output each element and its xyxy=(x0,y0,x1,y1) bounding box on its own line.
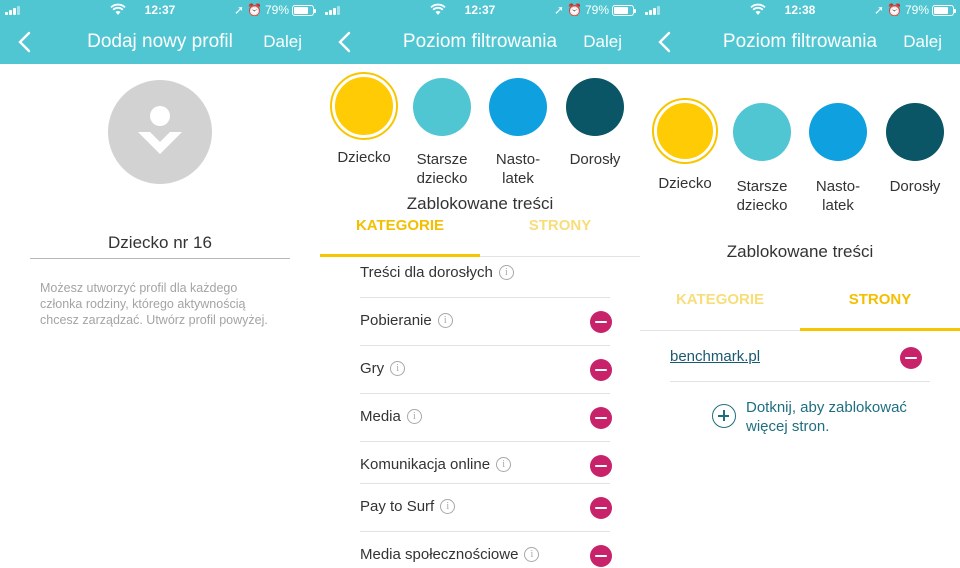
tab-categories[interactable]: KATEGORIE xyxy=(640,291,800,308)
category-name: Komunikacja online xyxy=(360,456,491,473)
next-button[interactable]: Dalej xyxy=(903,32,942,52)
level-teen[interactable]: Nasto-latek xyxy=(478,78,558,188)
level-circle xyxy=(733,103,791,161)
nav-bar: Dodaj nowy profil Dalej xyxy=(0,20,320,64)
location-icon: ➚ xyxy=(873,3,885,17)
battery-icon xyxy=(612,4,636,16)
category-row[interactable]: Media i xyxy=(360,394,612,442)
remove-icon[interactable] xyxy=(590,497,612,519)
divider xyxy=(30,258,290,259)
level-label: Starsze dziecko xyxy=(736,178,788,214)
nav-bar: Poziom filtrowania Dalej xyxy=(320,20,640,64)
screen-filter-sites: 12:38 ➚ ⏰ 79% Poziom filtrowania Dalej D… xyxy=(640,0,960,568)
level-older-child[interactable]: Starsze dziecko xyxy=(402,78,482,188)
add-site-label: Dotknij, aby zablokować więcej stron. xyxy=(746,399,907,435)
remove-icon[interactable] xyxy=(900,347,922,369)
level-label: Nasto-latek xyxy=(815,178,861,214)
alarm-icon: ⏰ xyxy=(247,3,262,17)
level-older-child[interactable]: Starsze dziecko xyxy=(722,103,802,215)
status-bar: 12:37 ➚ ⏰ 79% xyxy=(0,0,320,20)
info-icon[interactable]: i xyxy=(524,547,540,562)
category-name: Pay to Surf xyxy=(360,498,435,515)
category-name: Treści dla dorosłych xyxy=(360,264,493,281)
remove-icon[interactable] xyxy=(590,455,612,477)
avatar[interactable] xyxy=(108,80,212,184)
level-label: Dziecko xyxy=(658,175,712,192)
tab-sites[interactable]: STRONY xyxy=(480,217,640,234)
level-circle xyxy=(489,78,547,136)
level-adult[interactable]: Dorosły xyxy=(875,103,955,196)
level-label: Nasto-latek xyxy=(495,151,541,187)
hint-text: Możesz utworzyć profil dla każdego człon… xyxy=(40,281,268,327)
blocked-content-title: Zablokowane treści xyxy=(406,194,554,213)
category-row[interactable]: Pobieranie i xyxy=(360,298,612,346)
screen-filter-categories: 12:37 ➚ ⏰ 79% Poziom filtrowania Dalej D… xyxy=(320,0,640,568)
category-row[interactable]: Treści dla dorosłych i xyxy=(360,250,610,298)
level-label: Dziecko xyxy=(337,149,391,166)
level-label: Dorosły xyxy=(889,178,941,195)
category-name: Pobieranie xyxy=(360,312,432,329)
remove-icon[interactable] xyxy=(590,407,612,429)
level-teen[interactable]: Nasto-latek xyxy=(798,103,878,215)
tab-indicator xyxy=(800,328,960,331)
nav-bar: Poziom filtrowania Dalej xyxy=(640,20,960,64)
status-bar: 12:38 ➚ ⏰ 79% xyxy=(640,0,960,20)
category-row[interactable]: Gry i xyxy=(360,346,612,394)
location-icon: ➚ xyxy=(553,3,565,17)
remove-icon[interactable] xyxy=(590,545,612,567)
info-icon[interactable]: i xyxy=(496,457,512,472)
info-icon[interactable]: i xyxy=(440,499,456,514)
level-child[interactable]: Dziecko xyxy=(324,72,404,167)
level-circle xyxy=(566,78,624,136)
category-name: Media xyxy=(360,408,401,425)
level-child[interactable]: Dziecko xyxy=(645,98,725,193)
battery-percent: 79% xyxy=(264,3,289,17)
screen-add-profile: 12:37 ➚ ⏰ 79% Dodaj nowy profil Dalej Dz… xyxy=(0,0,320,568)
next-button[interactable]: Dalej xyxy=(583,32,622,52)
info-icon[interactable]: i xyxy=(437,313,453,328)
battery-icon xyxy=(932,4,956,16)
level-circle xyxy=(809,103,867,161)
info-icon[interactable]: i xyxy=(406,409,422,424)
tab-sites[interactable]: STRONY xyxy=(800,291,960,308)
category-name: Gry xyxy=(360,360,385,377)
next-button[interactable]: Dalej xyxy=(263,32,302,52)
info-icon[interactable]: i xyxy=(390,361,406,376)
add-site-button[interactable]: Dotknij, aby zablokować więcej stron. xyxy=(712,398,942,436)
category-name: Media społecznościowe xyxy=(360,546,519,563)
level-adult[interactable]: Dorosły xyxy=(555,78,635,169)
info-icon[interactable]: i xyxy=(498,265,514,280)
person-heart-icon xyxy=(138,106,182,154)
location-icon: ➚ xyxy=(233,3,245,17)
add-circle-icon xyxy=(712,404,736,428)
alarm-icon: ⏰ xyxy=(567,3,582,17)
alarm-icon: ⏰ xyxy=(887,3,902,17)
battery-percent: 79% xyxy=(904,3,929,17)
battery-icon xyxy=(292,4,316,16)
level-label: Dorosły xyxy=(569,151,621,168)
status-bar: 12:37 ➚ ⏰ 79% xyxy=(320,0,640,20)
level-circle xyxy=(886,103,944,161)
profile-name-field[interactable]: Dziecko nr 16 xyxy=(30,233,290,253)
tab-categories[interactable]: KATEGORIE xyxy=(320,217,480,234)
level-circle xyxy=(652,98,718,164)
level-circle xyxy=(330,72,398,140)
site-url[interactable]: benchmark.pl xyxy=(670,348,760,365)
level-circle xyxy=(413,78,471,136)
remove-icon[interactable] xyxy=(590,311,612,333)
category-row[interactable]: Komunikacja online i xyxy=(360,442,612,484)
level-label: Starsze dziecko xyxy=(416,151,468,187)
site-row[interactable]: benchmark.pl xyxy=(670,334,930,382)
blocked-content-title: Zablokowane treści xyxy=(726,242,874,261)
battery-percent: 79% xyxy=(584,3,609,17)
category-row[interactable]: Media społecznościowe i xyxy=(360,532,612,568)
remove-icon[interactable] xyxy=(590,359,612,381)
category-row[interactable]: Pay to Surf i xyxy=(360,484,612,532)
